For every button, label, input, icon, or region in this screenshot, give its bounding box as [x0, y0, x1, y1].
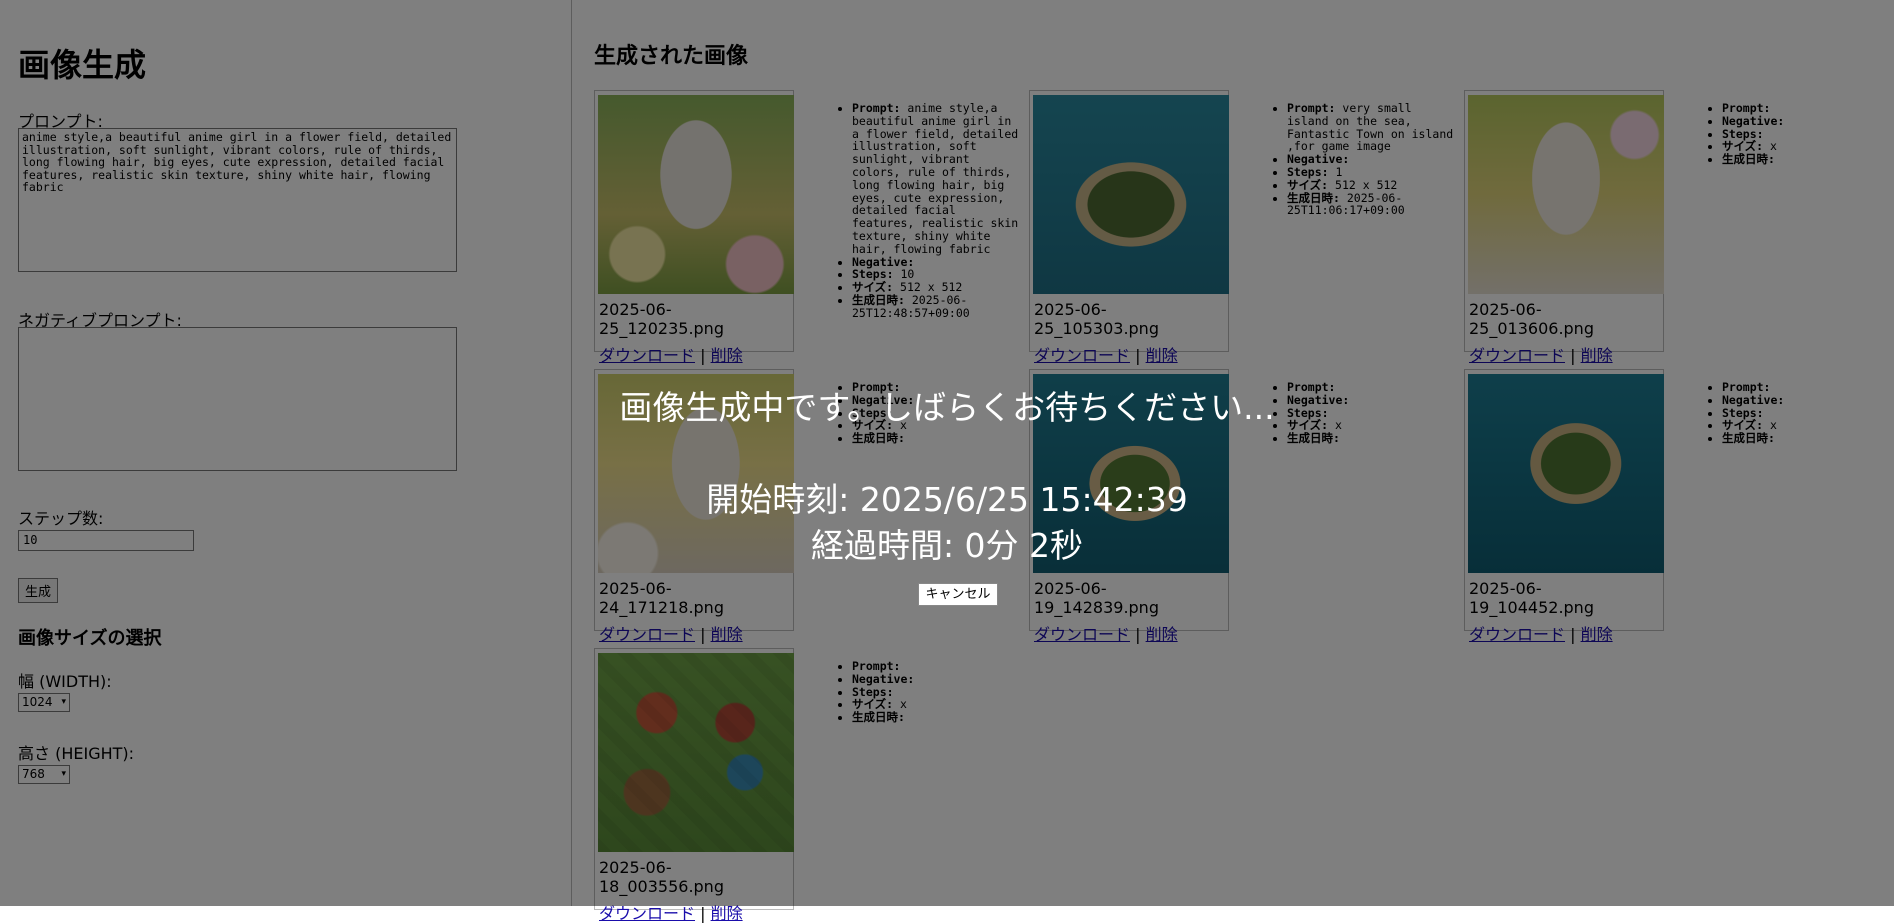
loading-overlay: 画像生成中です。しばらくお待ちください... 開始時刻: 2025/6/25 1… [0, 0, 1894, 906]
start-time-text: 開始時刻: 2025/6/25 15:42:39 [706, 480, 1188, 519]
delete-link[interactable]: 削除 [711, 904, 743, 923]
elapsed-time-text: 経過時間: 0分 2秒 [810, 526, 1084, 565]
cancel-button[interactable]: キャンセル [918, 583, 998, 606]
download-link[interactable]: ダウンロード [599, 904, 695, 923]
link-separator: | [700, 904, 706, 923]
generating-message: 画像生成中です。しばらくお待ちください... [619, 388, 1275, 427]
